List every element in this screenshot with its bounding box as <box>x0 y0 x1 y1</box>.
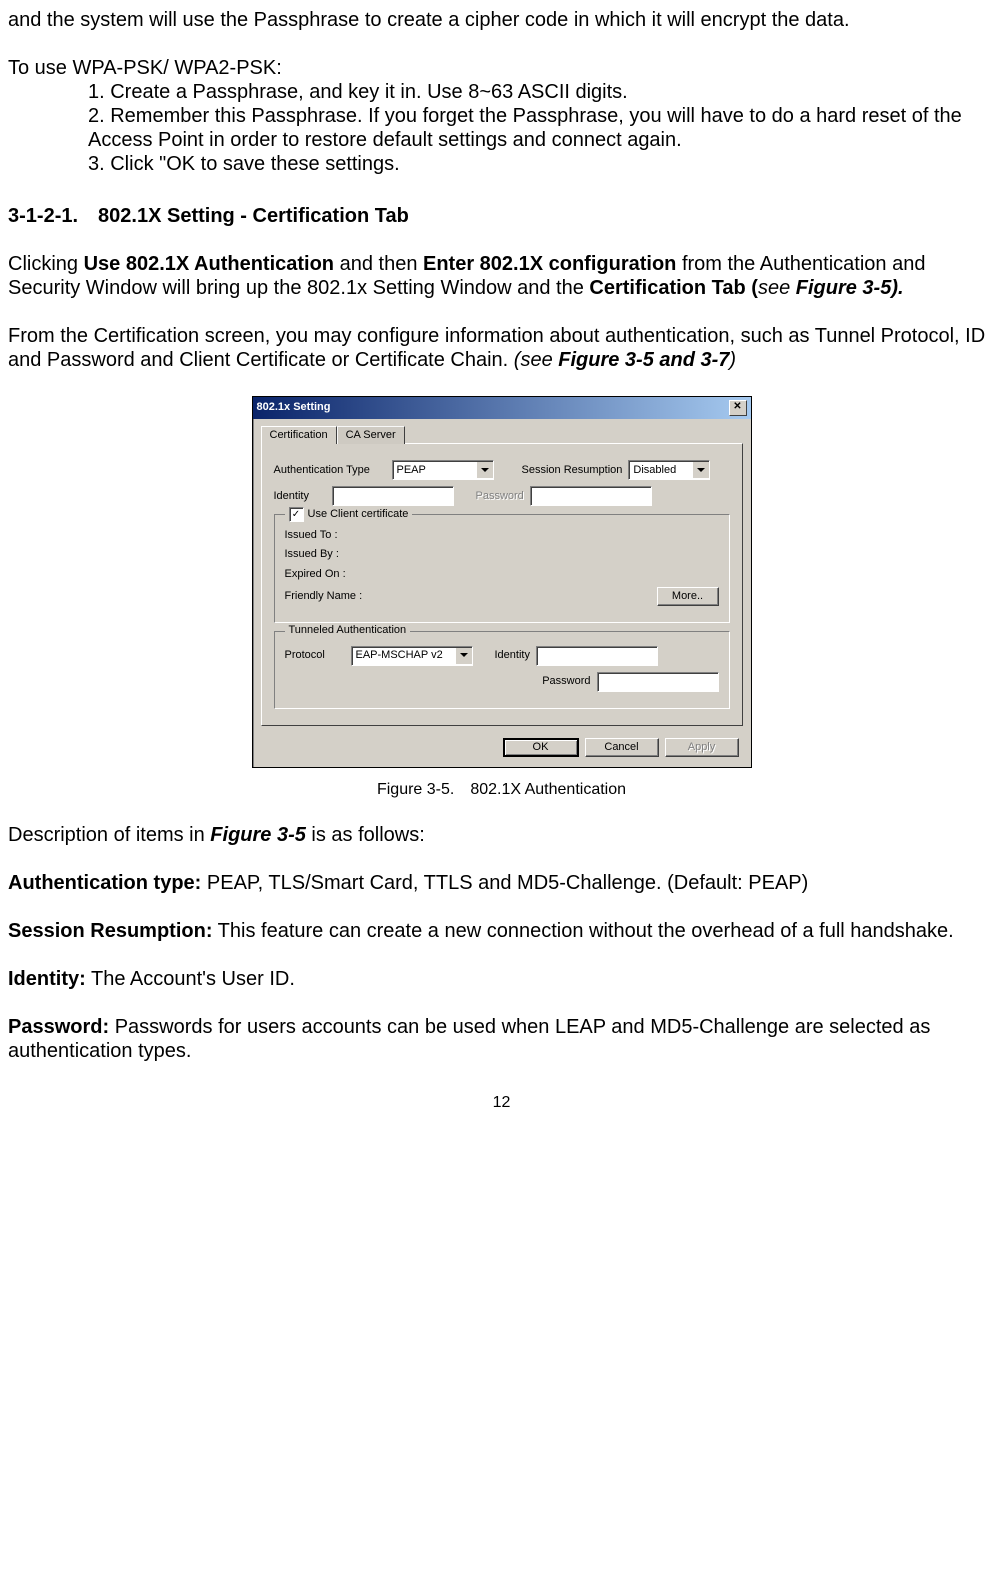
client-cert-group: ✓ Use Client certificate Issued To : Iss… <box>274 514 730 623</box>
label-tunnel-password: Password <box>542 675 590 688</box>
wpa-steps-list: 1. Create a Passphrase, and key it in. U… <box>8 80 995 176</box>
dialog-titlebar[interactable]: 802.1x Setting ✕ <box>253 397 751 419</box>
label-use-client-cert: Use Client certificate <box>308 508 409 521</box>
page-number: 12 <box>8 1093 995 1112</box>
tab-certification[interactable]: Certification <box>261 426 337 444</box>
list-item: 3. Click "OK to save these settings. <box>88 152 995 176</box>
tab-body: Authentication Type PEAP Session Resumpt… <box>261 443 743 726</box>
apply-button[interactable]: Apply <box>665 738 739 757</box>
ok-button[interactable]: OK <box>503 738 579 757</box>
paragraph-2: From the Certification screen, you may c… <box>8 324 995 372</box>
label-issued-to: Issued To : <box>285 529 338 542</box>
label-auth-type: Authentication Type <box>274 464 386 477</box>
desc-auth-type: Authentication type: PEAP, TLS/Smart Car… <box>8 871 995 895</box>
chevron-down-icon <box>455 648 472 664</box>
desc-identity: Identity: The Account's User ID. <box>8 967 995 991</box>
label-tunneled-auth: Tunneled Authentication <box>285 624 411 637</box>
label-expired-on: Expired On : <box>285 568 346 581</box>
figure-caption: Figure 3-5. 802.1X Authentication <box>8 780 995 799</box>
desc-password: Password: Passwords for users accounts c… <box>8 1015 995 1063</box>
label-protocol: Protocol <box>285 649 345 662</box>
identity-field[interactable] <box>332 486 454 506</box>
section-heading: 3-1-2-1. 802.1X Setting - Certification … <box>8 204 995 228</box>
dialog-title: 802.1x Setting <box>257 401 331 414</box>
more-button[interactable]: More.. <box>657 587 719 606</box>
cancel-button[interactable]: Cancel <box>585 738 659 757</box>
label-password-disabled: Password <box>476 490 524 503</box>
label-session-resumption: Session Resumption <box>522 464 623 477</box>
list-item: 2. Remember this Passphrase. If you forg… <box>88 104 995 152</box>
tab-strip: CertificationCA Server <box>253 419 751 443</box>
description-intro: Description of items in Figure 3-5 is as… <box>8 823 995 847</box>
close-icon[interactable]: ✕ <box>729 400 747 416</box>
session-resumption-select[interactable]: Disabled <box>628 460 710 480</box>
dialog-8021x-setting: 802.1x Setting ✕ CertificationCA Server … <box>252 396 752 768</box>
password-field[interactable] <box>530 486 652 506</box>
label-friendly-name: Friendly Name : <box>285 590 363 603</box>
dialog-button-row: OK Cancel Apply <box>253 734 751 767</box>
use-client-cert-checkbox[interactable]: ✓ <box>289 507 304 522</box>
tunnel-password-field[interactable] <box>597 672 719 692</box>
chevron-down-icon <box>692 462 709 478</box>
label-issued-by: Issued By : <box>285 548 339 561</box>
wpa-heading: To use WPA-PSK/ WPA2-PSK: <box>8 56 995 80</box>
intro-paragraph: and the system will use the Passphrase t… <box>8 8 995 32</box>
protocol-select[interactable]: EAP-MSCHAP v2 <box>351 646 473 666</box>
label-identity: Identity <box>274 490 326 503</box>
auth-type-select[interactable]: PEAP <box>392 460 494 480</box>
chevron-down-icon <box>476 462 493 478</box>
label-tunnel-identity: Identity <box>495 649 530 662</box>
tunneled-auth-group: Tunneled Authentication Protocol EAP-MSC… <box>274 631 730 709</box>
list-item: 1. Create a Passphrase, and key it in. U… <box>88 80 995 104</box>
tab-ca-server[interactable]: CA Server <box>337 426 405 444</box>
paragraph-1: Clicking Use 802.1X Authentication and t… <box>8 252 995 300</box>
desc-session: Session Resumption: This feature can cre… <box>8 919 995 943</box>
tunnel-identity-field[interactable] <box>536 646 658 666</box>
